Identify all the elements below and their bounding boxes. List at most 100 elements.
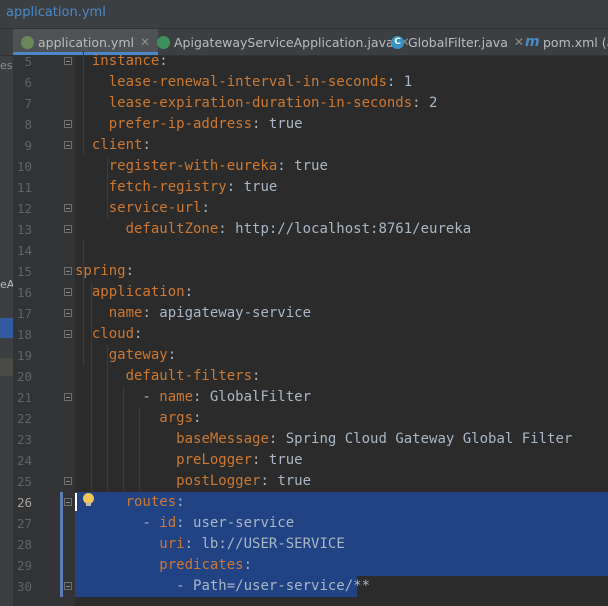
code-line[interactable]: 27 - id: user-service <box>0 513 608 534</box>
code-line[interactable]: 8 prefer-ip-address: true <box>0 114 608 135</box>
code-line[interactable]: 20 default-filters: <box>0 366 608 387</box>
fold-toggle-icon[interactable] <box>64 288 72 296</box>
code-text: predicates: <box>75 555 252 576</box>
code-line[interactable]: 7 lease-expiration-duration-in-seconds: … <box>0 93 608 114</box>
fold-toggle-icon[interactable] <box>64 582 72 590</box>
tab-label: application.yml <box>38 34 134 50</box>
code-line[interactable]: 29 predicates: <box>0 555 608 576</box>
yaml-value: true <box>235 179 278 195</box>
yaml-key: cloud <box>91 326 135 342</box>
line-number[interactable]: 11 <box>13 177 32 198</box>
code-line[interactable]: 16 application: <box>0 282 608 303</box>
fold-toggle-icon[interactable] <box>64 498 72 506</box>
code-line[interactable]: 9 client: <box>0 135 608 156</box>
yaml-key: postLogger <box>176 473 261 489</box>
line-number[interactable]: 21 <box>13 387 32 408</box>
code-line[interactable]: 5 instance: <box>0 51 608 72</box>
code-text: args: <box>75 408 201 429</box>
yaml-key: lease-expiration-duration-in-seconds <box>108 95 413 111</box>
line-number[interactable]: 25 <box>13 471 32 492</box>
colon: : <box>252 368 261 384</box>
code-line[interactable]: 19 gateway: <box>0 345 608 366</box>
code-line[interactable]: 21 - name: GlobalFilter <box>0 387 608 408</box>
yaml-value: true <box>285 158 328 174</box>
yaml-value: 1 <box>395 74 413 90</box>
colon: : <box>176 494 185 510</box>
line-number[interactable]: 15 <box>13 261 32 282</box>
line-number[interactable]: 20 <box>13 366 32 387</box>
yaml-value: true <box>260 116 303 132</box>
code-line[interactable]: 13 defaultZone: http://localhost:8761/eu… <box>0 219 608 240</box>
code-line[interactable]: 24 preLogger: true <box>0 450 608 471</box>
line-number[interactable]: 9 <box>13 135 32 156</box>
fold-toggle-icon[interactable] <box>64 120 72 128</box>
colon: : <box>201 200 210 216</box>
yaml-key: id <box>159 515 177 531</box>
code-line[interactable]: 12 service-url: <box>0 198 608 219</box>
code-text: service-url: <box>75 198 210 219</box>
fold-toggle-icon[interactable] <box>64 267 72 275</box>
tab-label: GlobalFilter.java <box>408 34 508 50</box>
close-icon[interactable]: ✕ <box>140 35 150 49</box>
fold-toggle-icon[interactable] <box>64 225 72 233</box>
line-number[interactable]: 23 <box>13 429 32 450</box>
file-path[interactable]: application.yml <box>6 5 106 20</box>
code-line[interactable]: 18 cloud: <box>0 324 608 345</box>
line-number[interactable]: 8 <box>13 114 32 135</box>
yaml-value: GlobalFilter <box>201 389 312 405</box>
code-text: client: <box>75 135 151 156</box>
code-text: instance: <box>75 51 168 72</box>
code-line[interactable]: 14 <box>0 240 608 261</box>
code-line[interactable]: 11 fetch-registry: true <box>0 177 608 198</box>
line-number[interactable]: 10 <box>13 156 32 177</box>
yaml-key: name <box>108 305 143 321</box>
fold-toggle-icon[interactable] <box>64 330 72 338</box>
fold-toggle-icon[interactable] <box>64 309 72 317</box>
line-number[interactable]: 18 <box>13 324 32 345</box>
line-number[interactable]: 28 <box>13 534 32 555</box>
line-number[interactable]: 27 <box>13 513 32 534</box>
yaml-key: name <box>159 389 194 405</box>
line-number[interactable]: 6 <box>13 72 32 93</box>
fold-toggle-icon[interactable] <box>64 477 72 485</box>
line-number[interactable]: 7 <box>13 93 32 114</box>
fold-toggle-icon[interactable] <box>64 141 72 149</box>
line-number[interactable]: 30 <box>13 576 32 597</box>
code-line[interactable]: 17 name: apigateway-service <box>0 303 608 324</box>
fold-toggle-icon[interactable] <box>64 204 72 212</box>
line-number[interactable]: 5 <box>13 51 32 72</box>
yaml-key: uri <box>159 536 185 552</box>
line-number[interactable]: 13 <box>13 219 32 240</box>
line-number[interactable]: 22 <box>13 408 32 429</box>
line-number[interactable]: 17 <box>13 303 32 324</box>
yaml-key: application <box>91 284 185 300</box>
line-number[interactable]: 29 <box>13 555 32 576</box>
code-line[interactable]: 10 register-with-eureka: true <box>0 156 608 177</box>
yaml-key: lease-renewal-interval-in-seconds <box>108 74 387 90</box>
code-text: spring: <box>75 261 134 282</box>
code-line[interactable]: 6 lease-renewal-interval-in-seconds: 1 <box>0 72 608 93</box>
yaml-value: 2 <box>420 95 438 111</box>
line-number[interactable]: 14 <box>13 240 32 261</box>
line-number[interactable]: 12 <box>13 198 32 219</box>
colon: : <box>134 326 143 342</box>
line-number[interactable]: 24 <box>13 450 32 471</box>
line-number[interactable]: 16 <box>13 282 32 303</box>
code-line[interactable]: 28 uri: lb://USER-SERVICE <box>0 534 608 555</box>
fold-toggle-icon[interactable] <box>64 393 72 401</box>
colon: : <box>260 473 269 489</box>
code-text: register-with-eureka: true <box>75 156 328 177</box>
code-line[interactable]: 22 args: <box>0 408 608 429</box>
line-number[interactable]: 19 <box>13 345 32 366</box>
code-text: - Path=/user-service/** <box>75 576 370 597</box>
line-number[interactable]: 26 <box>13 492 32 513</box>
fold-toggle-icon[interactable] <box>64 57 72 65</box>
lightbulb-icon[interactable] <box>83 493 94 506</box>
code-line[interactable]: 15 spring: <box>0 261 608 282</box>
code-line[interactable]: 23 baseMessage: Spring Cloud Gateway Glo… <box>0 429 608 450</box>
code-line[interactable]: 25 postLogger: true <box>0 471 608 492</box>
code-line[interactable]: 30 - Path=/user-service/** <box>0 576 608 597</box>
colon: : <box>277 158 286 174</box>
